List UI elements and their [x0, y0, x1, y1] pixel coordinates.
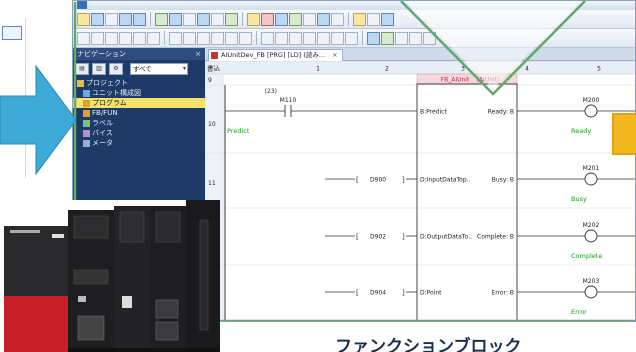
ethernet-port-icon	[155, 321, 179, 341]
plc-hardware-photo	[0, 200, 220, 352]
bottom-caption: ファンクションブロック	[335, 337, 522, 352]
terminal-block	[199, 219, 209, 331]
right-arrow-icon	[0, 64, 76, 176]
usb-port-icon	[122, 296, 132, 308]
background-tab	[2, 26, 22, 40]
chevron-highlight	[405, 1, 581, 89]
ethernet-port-icon	[155, 299, 179, 319]
composite-image: ナビゲーション × ▤ ▥ ⚙ すべて ▾ プロジェクト ユニット構成図 プログ…	[0, 0, 636, 352]
yellow-highlight-box	[612, 113, 636, 155]
ethernet-port-icon	[77, 315, 105, 341]
